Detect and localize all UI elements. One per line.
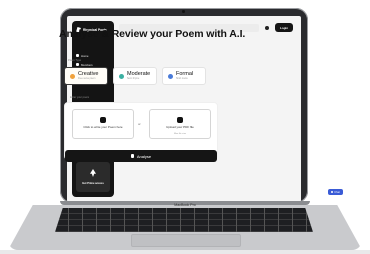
sidebar-item-label: Members <box>81 62 93 67</box>
user-icon <box>76 63 79 66</box>
login-button[interactable]: Login <box>275 23 293 32</box>
prime-access-button[interactable]: Get Prime access <box>76 162 110 192</box>
model-label: MacBook Pro <box>174 203 196 207</box>
chat-badge-label: Chat <box>334 190 340 194</box>
type-option-subtitle: Free verse poem <box>78 78 96 80</box>
or-separator: or <box>138 122 141 126</box>
document-icon <box>168 74 173 79</box>
chat-icon <box>331 191 334 193</box>
type-option-moderate[interactable]: Moderate Semi rhyme <box>113 67 157 85</box>
keyboard-rows <box>55 208 313 232</box>
prime-access-label: Get Prime access <box>82 182 104 185</box>
type-option-title: Moderate <box>127 71 151 77</box>
write-poem-title: Click to write your Poem here <box>83 125 123 129</box>
analyse-button-label: Analyse <box>136 153 152 159</box>
upload-icon <box>177 117 183 123</box>
camera-icon <box>182 10 185 13</box>
upload-pdf-card[interactable]: Upload your PDF file Max file size <box>149 109 211 139</box>
upload-pdf-title: Upload your PDF file <box>166 125 194 129</box>
sparkle-icon <box>70 74 75 79</box>
type-option-subtitle: Semi rhyme <box>127 78 140 80</box>
write-poem-card[interactable]: Click to write your Poem here <box>72 109 134 139</box>
trackpad <box>131 234 241 247</box>
pen-icon <box>100 117 106 123</box>
laptop-mockup: Rhymical Poets Home Members Analysis G <box>0 0 370 254</box>
upload-pdf-subtitle: Max file size <box>173 133 187 135</box>
type-option-subtitle: Strict metre <box>176 78 188 80</box>
page-title: Analyse & Review your Poem with A.I. <box>59 28 246 40</box>
theme-toggle-icon[interactable] <box>265 26 269 30</box>
balance-icon <box>119 74 124 79</box>
sidebar-item-label: Home <box>81 53 89 58</box>
home-icon <box>76 54 79 57</box>
sidebar-item-home[interactable]: Home <box>76 51 112 60</box>
type-option-title: Formal <box>176 71 194 77</box>
laptop-foot <box>0 250 370 254</box>
chat-badge[interactable]: Chat <box>328 189 343 195</box>
poem-type-options: Creative Free verse poem Moderate Semi r… <box>64 67 216 87</box>
rocket-icon <box>90 169 96 177</box>
analyse-icon <box>130 154 134 158</box>
poem-input-label: Enter your poem <box>70 96 90 99</box>
poem-type-label: Poem Type <box>68 59 82 62</box>
type-option-creative[interactable]: Creative Free verse poem <box>64 67 108 85</box>
type-option-title: Creative <box>78 71 99 77</box>
type-option-formal[interactable]: Formal Strict metre <box>162 67 206 85</box>
analyse-button[interactable]: Analyse <box>65 150 217 162</box>
